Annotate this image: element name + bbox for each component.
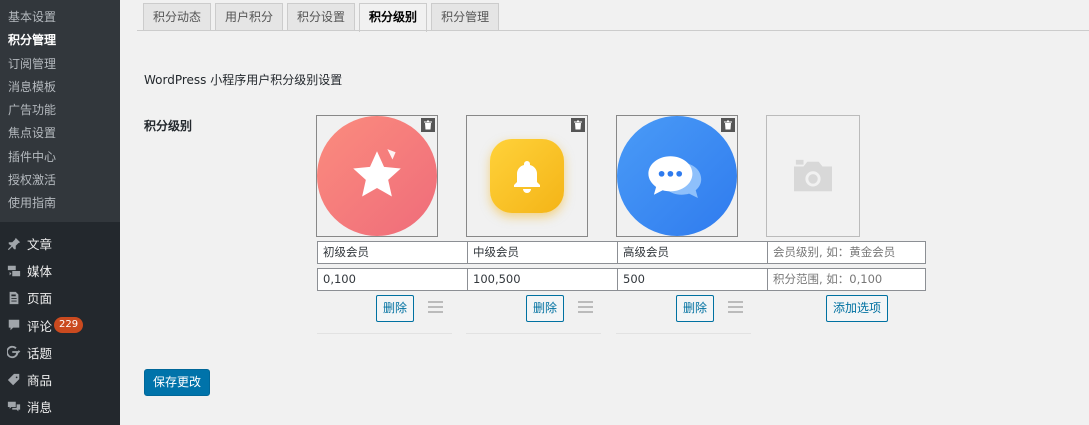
drag-handle-icon[interactable] bbox=[578, 301, 593, 313]
menu-item-pages[interactable]: 页面 bbox=[0, 284, 120, 311]
upload-image-placeholder[interactable] bbox=[766, 115, 860, 237]
level-range-input[interactable]: 500 bbox=[617, 268, 769, 291]
save-changes-button[interactable]: 保存更改 bbox=[144, 369, 211, 396]
divider bbox=[616, 333, 751, 334]
main-content: 积分动态 用户积分 积分设置 积分级别 积分管理 WordPress 小程序用户… bbox=[120, 0, 1089, 425]
admin-sidebar: 基本设置 积分管理 订阅管理 消息模板 广告功能 焦点设置 插件中心 授权激活 … bbox=[0, 0, 120, 425]
menu-item-label: 商品 bbox=[27, 373, 53, 389]
delete-level-button[interactable]: 删除 bbox=[376, 295, 415, 322]
tab-user-points[interactable]: 用户积分 bbox=[215, 3, 284, 31]
menu-item-products[interactable]: 商品 bbox=[0, 366, 120, 393]
level-range-input[interactable]: 0,100 bbox=[317, 268, 469, 291]
comment-icon bbox=[6, 317, 22, 333]
menu-item-label: 评论 bbox=[27, 318, 53, 334]
menu-item-comments[interactable]: 评论 229 bbox=[0, 312, 120, 339]
level-name-input[interactable]: 高级会员 bbox=[617, 241, 769, 264]
menu-item-topics[interactable]: 话题 bbox=[0, 339, 120, 366]
level-item bbox=[616, 115, 766, 237]
levels-field-label: 积分级别 bbox=[144, 119, 193, 133]
level-name-input[interactable]: 初级会员 bbox=[317, 241, 469, 264]
chat-icon bbox=[617, 116, 737, 236]
submenu-item-subscription[interactable]: 订阅管理 bbox=[0, 53, 120, 76]
level-image[interactable] bbox=[316, 115, 438, 237]
level-image[interactable] bbox=[616, 115, 738, 237]
trash-icon[interactable] bbox=[571, 118, 585, 132]
bell-icon bbox=[490, 139, 564, 213]
submenu-item-points-management[interactable]: 积分管理 bbox=[0, 29, 120, 52]
tab-points-activity[interactable]: 积分动态 bbox=[143, 3, 212, 31]
submenu-item-message-templates[interactable]: 消息模板 bbox=[0, 76, 120, 99]
tab-points-management[interactable]: 积分管理 bbox=[431, 3, 500, 31]
camera-icon bbox=[794, 159, 832, 192]
divider bbox=[317, 333, 452, 334]
menu-item-label: 媒体 bbox=[27, 264, 53, 280]
drag-handle-icon[interactable] bbox=[728, 301, 743, 313]
submenu-item-focus-settings[interactable]: 焦点设置 bbox=[0, 122, 120, 145]
message-icon bbox=[6, 399, 22, 415]
tab-points-levels[interactable]: 积分级别 bbox=[359, 3, 428, 32]
tab-divider bbox=[137, 30, 1089, 31]
submenu-item-basic-settings[interactable]: 基本设置 bbox=[0, 6, 120, 29]
submenu-item-guide[interactable]: 使用指南 bbox=[0, 192, 120, 215]
new-level-range-input[interactable]: 积分范围, 如：0,100 bbox=[767, 268, 926, 291]
page-title: WordPress 小程序用户积分级别设置 bbox=[144, 73, 343, 87]
delete-level-button[interactable]: 删除 bbox=[676, 295, 715, 322]
level-range-input[interactable]: 100,500 bbox=[467, 268, 619, 291]
submenu-item-ads[interactable]: 广告功能 bbox=[0, 99, 120, 122]
menu-item-label: 页面 bbox=[27, 291, 53, 307]
main-menu: 文章 媒体 页面 评论 229 话题 商品 消息 bbox=[0, 230, 120, 420]
level-name-input[interactable]: 中级会员 bbox=[467, 241, 619, 264]
divider bbox=[466, 333, 601, 334]
menu-item-label: 消息 bbox=[27, 400, 53, 416]
level-item bbox=[466, 115, 616, 237]
pin-icon bbox=[6, 236, 22, 252]
menu-item-label: 文章 bbox=[27, 237, 53, 253]
comment-count-badge: 229 bbox=[54, 317, 84, 334]
submenu-item-plugin-center[interactable]: 插件中心 bbox=[0, 146, 120, 169]
level-item bbox=[316, 115, 466, 237]
trash-icon[interactable] bbox=[721, 118, 735, 132]
trash-icon[interactable] bbox=[421, 118, 435, 132]
tag-icon bbox=[6, 372, 22, 388]
nav-tabs: 积分动态 用户积分 积分设置 积分级别 积分管理 bbox=[143, 3, 503, 32]
drag-handle-icon[interactable] bbox=[428, 301, 443, 313]
new-level-item bbox=[766, 115, 916, 237]
menu-item-label: 话题 bbox=[27, 345, 53, 361]
topic-icon bbox=[6, 344, 22, 360]
star-icon bbox=[317, 116, 437, 236]
media-icon bbox=[6, 263, 22, 279]
menu-item-messages[interactable]: 消息 bbox=[0, 393, 120, 420]
menu-item-media[interactable]: 媒体 bbox=[0, 257, 120, 284]
tab-points-settings[interactable]: 积分设置 bbox=[287, 3, 356, 31]
plugin-submenu: 基本设置 积分管理 订阅管理 消息模板 广告功能 焦点设置 插件中心 授权激活 … bbox=[0, 0, 120, 222]
level-image[interactable] bbox=[466, 115, 588, 237]
add-option-button[interactable]: 添加选项 bbox=[826, 295, 889, 322]
submenu-item-license[interactable]: 授权激活 bbox=[0, 169, 120, 192]
new-level-name-input[interactable]: 会员级别, 如：黄金会员 bbox=[767, 241, 926, 264]
delete-level-button[interactable]: 删除 bbox=[526, 295, 565, 322]
page-icon bbox=[6, 290, 22, 306]
menu-item-posts[interactable]: 文章 bbox=[0, 230, 120, 257]
